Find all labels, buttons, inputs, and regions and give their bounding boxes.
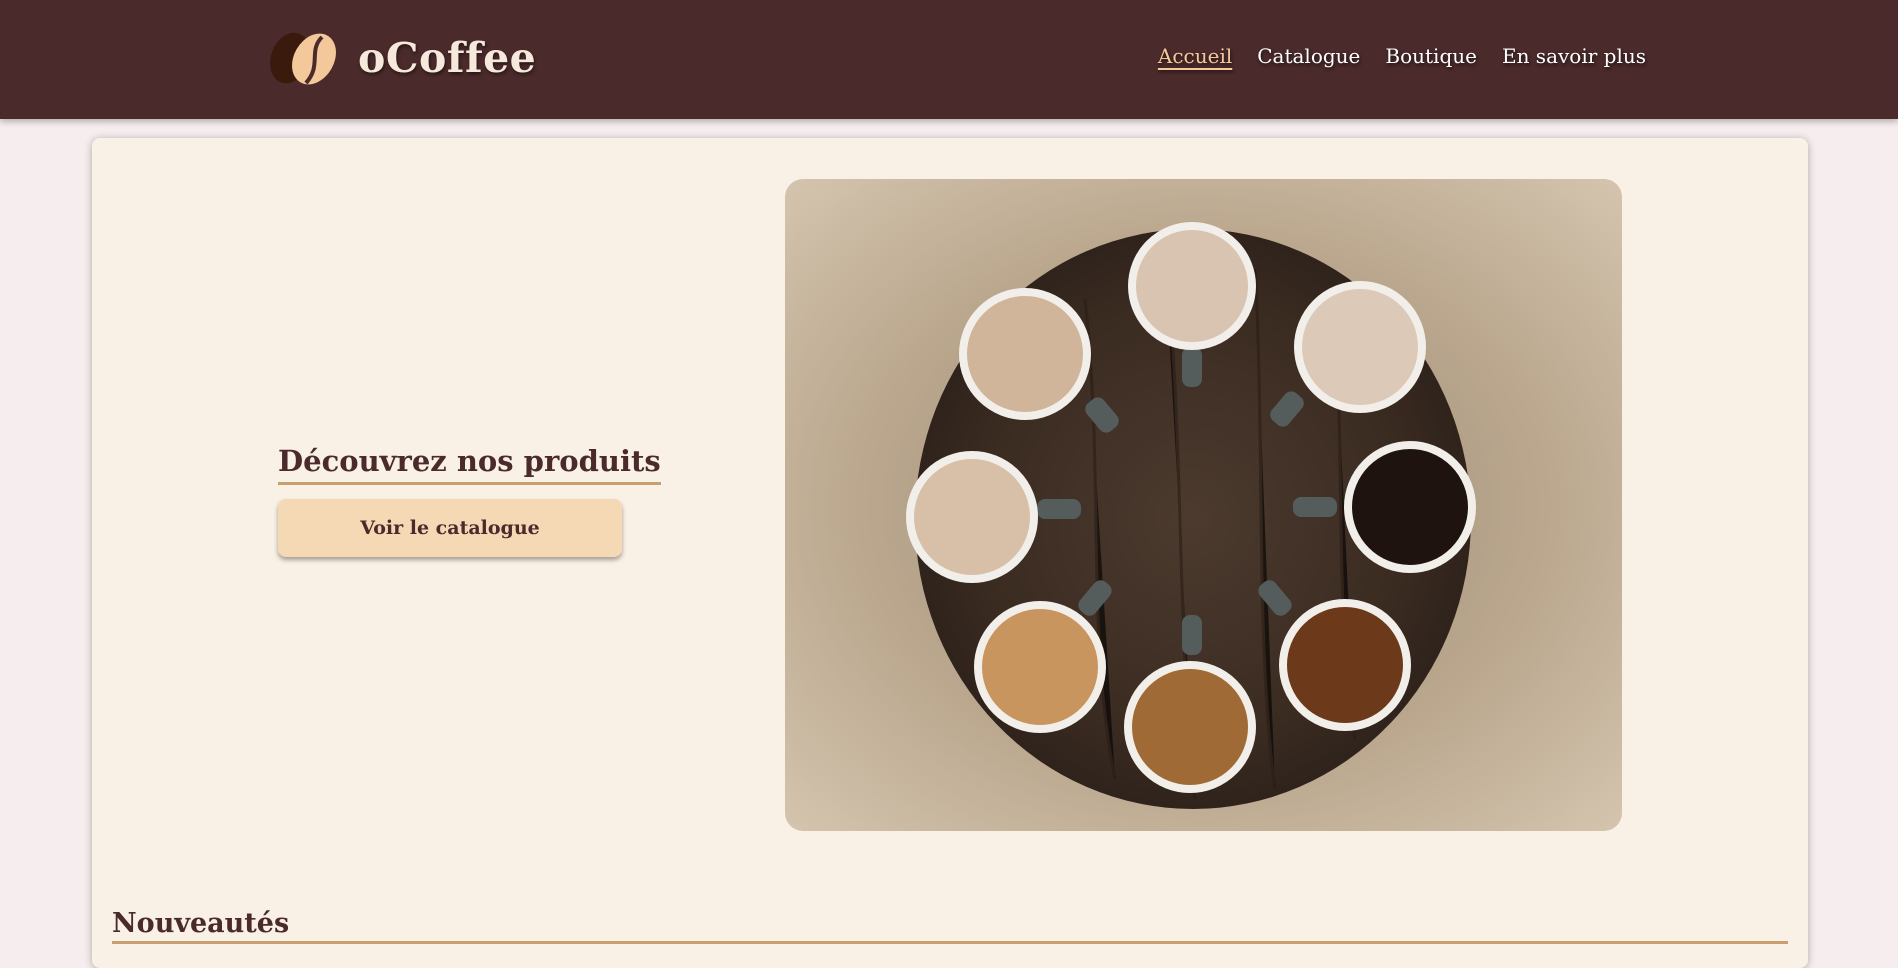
site-header: oCoffee Accueil Catalogue Boutique En sa… <box>0 0 1898 119</box>
nav-link-boutique[interactable]: Boutique <box>1385 44 1477 68</box>
main-nav: Accueil Catalogue Boutique En savoir plu… <box>1158 44 1646 68</box>
catalogue-button[interactable]: Voir le catalogue <box>278 499 622 557</box>
nav-link-accueil[interactable]: Accueil <box>1158 44 1232 68</box>
main-content: Découvrez nos produits Voir le catalogue <box>92 138 1808 968</box>
hero-image <box>785 179 1622 831</box>
section-title-nouveautes: Nouveautés <box>112 908 1788 944</box>
coffee-bean-icon <box>270 32 336 85</box>
nav-link-catalogue[interactable]: Catalogue <box>1257 44 1360 68</box>
coffee-cups-photo <box>785 179 1622 831</box>
brand-name: oCoffee <box>358 34 537 82</box>
nav-link-en-savoir-plus[interactable]: En savoir plus <box>1502 44 1646 68</box>
brand-logo-link[interactable]: oCoffee <box>266 28 536 88</box>
hero-text-block: Découvrez nos produits Voir le catalogue <box>278 444 661 557</box>
hero-title: Découvrez nos produits <box>278 444 661 485</box>
